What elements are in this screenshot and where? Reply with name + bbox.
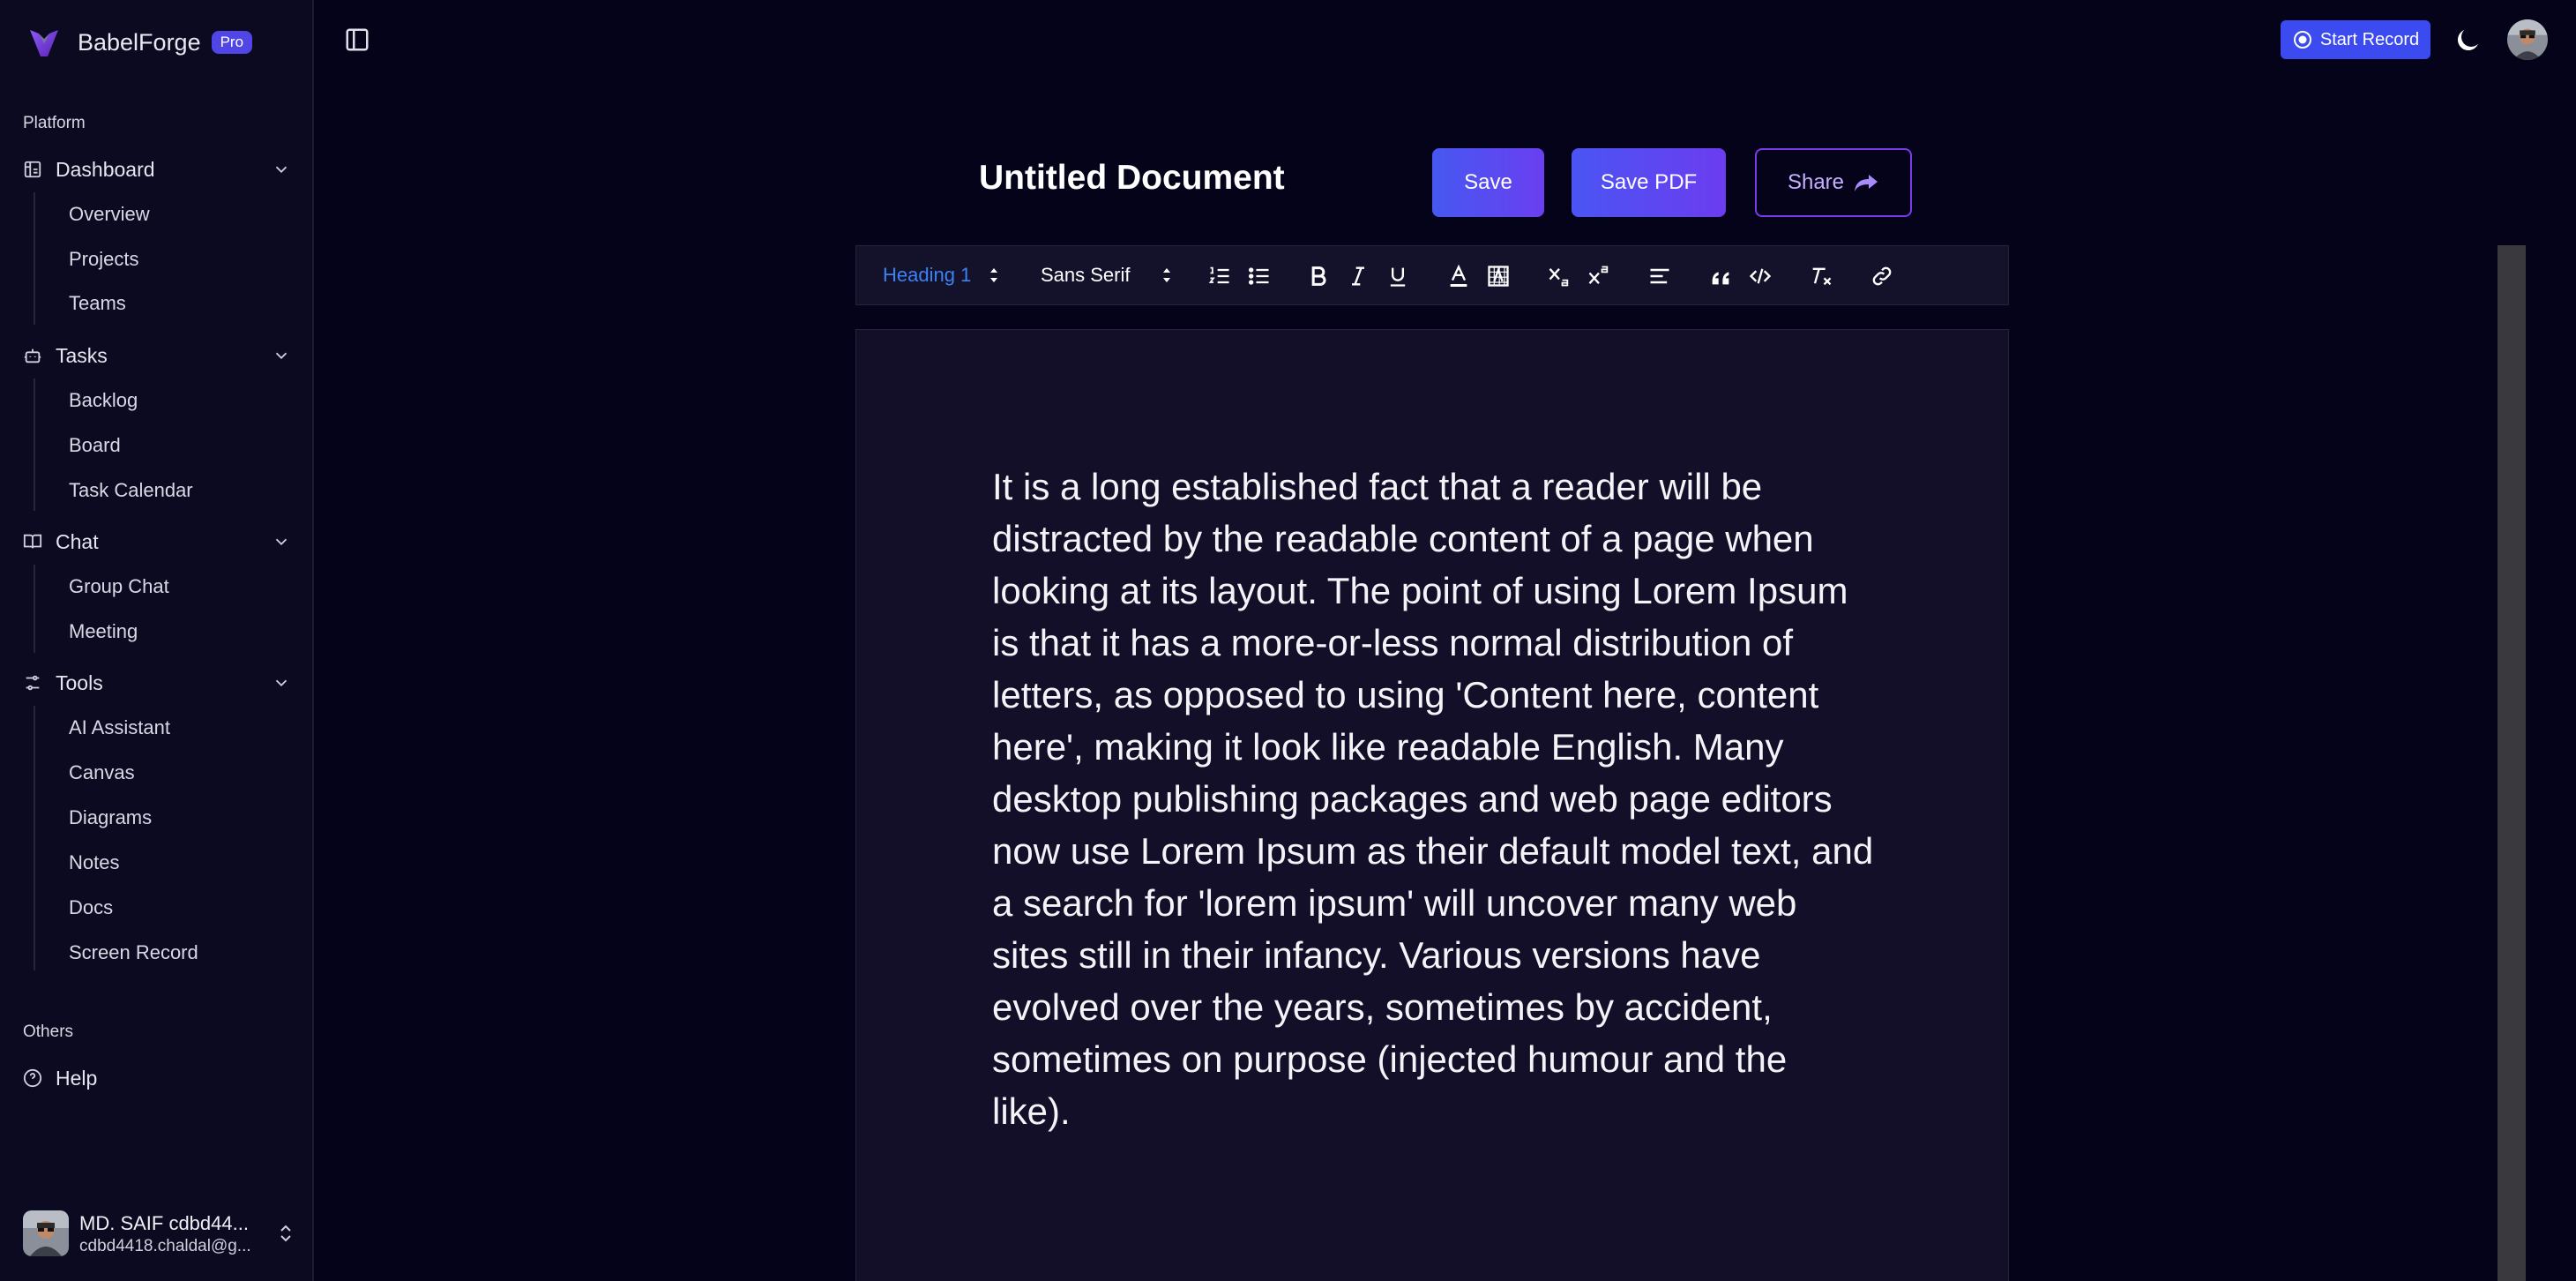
start-record-button[interactable]: Start Record bbox=[2281, 20, 2430, 59]
sidebar-toggle-icon[interactable] bbox=[344, 26, 370, 53]
sidebar-item-screen-record[interactable]: Screen Record bbox=[69, 940, 198, 966]
code-icon[interactable] bbox=[1748, 264, 1773, 288]
profile-avatar[interactable] bbox=[2507, 19, 2548, 60]
sidebar-item-task-calendar[interactable]: Task Calendar bbox=[69, 477, 193, 504]
pro-badge: Pro bbox=[211, 31, 253, 54]
editor-toolbar: Heading 1 Sans Serif bbox=[855, 245, 2009, 305]
sidebar-item-label: Chat bbox=[56, 529, 99, 553]
sidebar-item-label: Tools bbox=[56, 670, 103, 694]
others-section-label: Others bbox=[23, 1023, 74, 1041]
underline-icon[interactable] bbox=[1385, 264, 1410, 288]
sidebar-item-teams[interactable]: Teams bbox=[69, 290, 126, 317]
subscript-icon[interactable] bbox=[1547, 264, 1572, 288]
sidebar-item-label: Dashboard bbox=[56, 157, 155, 181]
brand[interactable]: BabelForge Pro bbox=[26, 25, 253, 60]
sidebar-item-label: Tasks bbox=[56, 343, 108, 367]
heading-select[interactable]: Heading 1 bbox=[883, 264, 971, 287]
dashboard-icon bbox=[24, 161, 41, 178]
sidebar-item-group-chat[interactable]: Group Chat bbox=[69, 573, 169, 600]
chevron-down-icon[interactable] bbox=[272, 532, 291, 551]
text-color-icon[interactable] bbox=[1446, 264, 1471, 288]
platform-section-label: Platform bbox=[23, 114, 86, 132]
bot-icon bbox=[24, 348, 41, 363]
record-icon bbox=[2293, 31, 2311, 49]
tools-icon bbox=[26, 675, 40, 691]
book-icon bbox=[23, 534, 42, 549]
sidebar-item-diagrams[interactable]: Diagrams bbox=[69, 805, 152, 831]
sidebar-item-chat[interactable]: Chat bbox=[23, 524, 291, 559]
sidebar-item-canvas[interactable]: Canvas bbox=[69, 760, 135, 786]
brand-name: BabelForge bbox=[78, 28, 201, 56]
nav-tree-line bbox=[34, 565, 35, 653]
chevron-down-icon[interactable] bbox=[272, 673, 291, 693]
nav-tree-line bbox=[34, 706, 35, 970]
blockquote-icon[interactable] bbox=[1708, 264, 1733, 288]
clear-format-icon[interactable] bbox=[1809, 264, 1833, 288]
sidebar-item-docs[interactable]: Docs bbox=[69, 895, 113, 921]
italic-icon[interactable] bbox=[1346, 264, 1370, 288]
link-icon[interactable] bbox=[1870, 264, 1894, 288]
document-title[interactable]: Untitled Document bbox=[979, 159, 1285, 198]
nav-tree-line bbox=[34, 378, 35, 511]
sidebar-item-meeting[interactable]: Meeting bbox=[69, 618, 138, 645]
sidebar-item-dashboard[interactable]: Dashboard bbox=[23, 152, 291, 187]
select-arrows-icon[interactable] bbox=[1160, 264, 1174, 287]
sidebar-item-overview[interactable]: Overview bbox=[69, 201, 150, 228]
save-pdf-button[interactable]: Save PDF bbox=[1572, 148, 1726, 217]
select-arrows-icon[interactable] bbox=[987, 264, 1001, 287]
sidebar-item-tools[interactable]: Tools bbox=[23, 665, 291, 700]
chevron-down-icon[interactable] bbox=[272, 346, 291, 365]
sidebar-item-tasks[interactable]: Tasks bbox=[23, 338, 291, 373]
sidebar-item-projects[interactable]: Projects bbox=[69, 246, 138, 273]
superscript-icon[interactable] bbox=[1587, 264, 1611, 288]
nav-tree-line bbox=[34, 192, 35, 325]
user-email: cdbd4418.chaldal@g... bbox=[79, 1237, 251, 1255]
user-menu[interactable]: MD. SAIF cdbd44... cdbd4418.chaldal@g... bbox=[23, 1210, 296, 1260]
user-name: MD. SAIF cdbd44... bbox=[79, 1212, 249, 1234]
help-icon bbox=[23, 1068, 42, 1088]
start-record-label: Start Record bbox=[2319, 29, 2420, 49]
sidebar-item-backlog[interactable]: Backlog bbox=[69, 387, 138, 414]
avatar bbox=[23, 1210, 69, 1256]
chevrons-up-down-icon[interactable] bbox=[275, 1223, 296, 1244]
ordered-list-icon[interactable] bbox=[1207, 264, 1232, 288]
sidebar-item-help[interactable]: Help bbox=[23, 1060, 291, 1096]
bold-icon[interactable] bbox=[1306, 264, 1331, 288]
share-button[interactable]: Share bbox=[1755, 148, 1912, 217]
document-body[interactable]: It is a long established fact that a rea… bbox=[992, 461, 1874, 1137]
sidebar-item-notes[interactable]: Notes bbox=[69, 850, 119, 876]
sidebar-item-ai-assistant[interactable]: AI Assistant bbox=[69, 715, 170, 741]
babelforge-logo-icon bbox=[30, 30, 58, 56]
font-select[interactable]: Sans Serif bbox=[1041, 264, 1131, 287]
scrollbar[interactable] bbox=[2498, 245, 2526, 1281]
share-arrow-icon bbox=[1855, 175, 1878, 191]
background-color-icon[interactable] bbox=[1486, 264, 1511, 288]
sidebar-item-board[interactable]: Board bbox=[69, 432, 121, 459]
chevron-down-icon[interactable] bbox=[272, 160, 291, 179]
save-button[interactable]: Save bbox=[1432, 148, 1544, 217]
bullet-list-icon[interactable] bbox=[1247, 264, 1272, 288]
moon-icon[interactable] bbox=[2452, 25, 2483, 56]
share-label: Share bbox=[1787, 170, 1845, 194]
sidebar-item-label: Help bbox=[56, 1066, 98, 1090]
align-left-icon[interactable] bbox=[1647, 264, 1672, 288]
sidebar: BabelForge Pro Platform Dashboard Overvi… bbox=[0, 0, 314, 1281]
